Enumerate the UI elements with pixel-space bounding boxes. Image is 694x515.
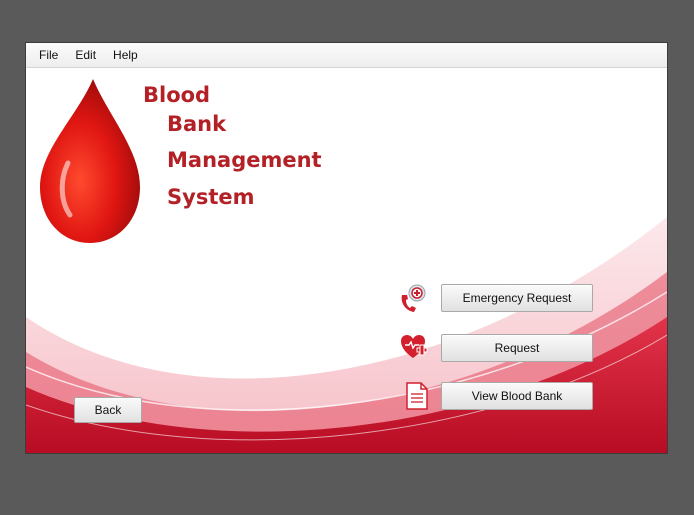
document-icon: [406, 382, 428, 410]
phone-medical-icon: [401, 284, 426, 312]
menu-help[interactable]: Help: [105, 48, 147, 62]
title-line-4: System: [167, 185, 255, 209]
menu-bar: File Edit Help: [26, 43, 667, 68]
view-blood-bank-button[interactable]: View Blood Bank: [441, 382, 593, 410]
blood-drop-icon: [40, 79, 140, 243]
back-button[interactable]: Back: [74, 397, 142, 423]
menu-edit[interactable]: Edit: [67, 48, 105, 62]
request-button[interactable]: Request: [441, 334, 593, 362]
title-line-3: Management: [167, 148, 322, 172]
title-line-2: Bank: [167, 112, 227, 136]
menu-file[interactable]: File: [26, 48, 67, 62]
emergency-request-button[interactable]: Emergency Request: [441, 284, 593, 312]
title-line-1: Blood: [143, 83, 211, 107]
app-window: File Edit Help Blood Bank Management Sys…: [25, 42, 668, 454]
heart-plus-icon: [401, 335, 428, 358]
